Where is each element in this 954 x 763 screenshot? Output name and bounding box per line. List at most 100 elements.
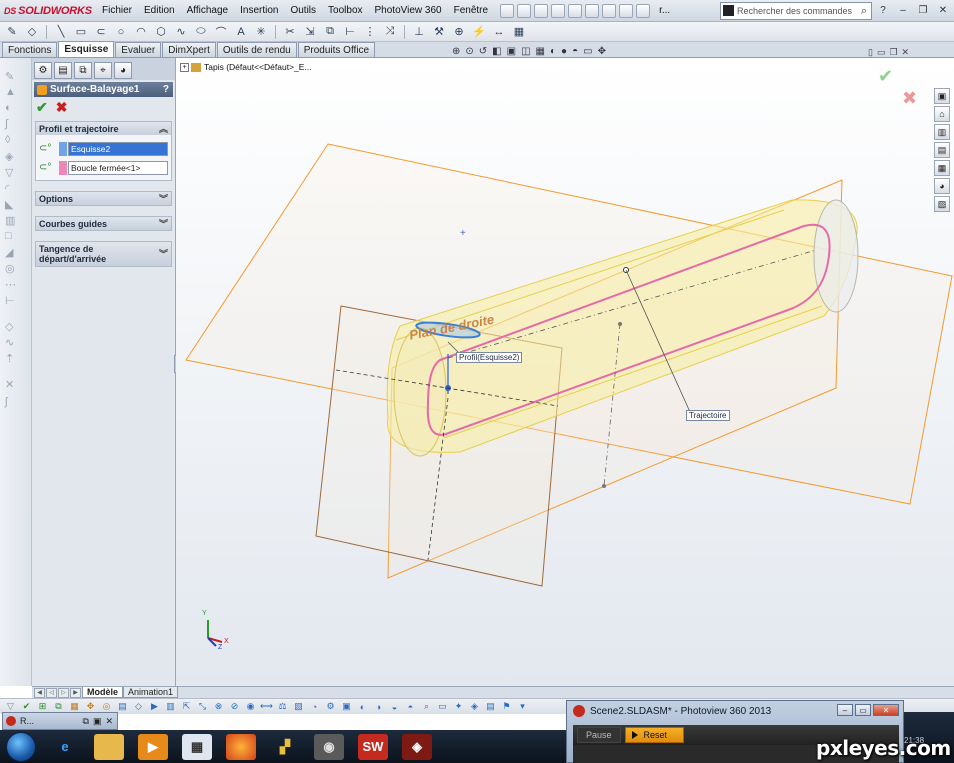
interference-icon[interactable]: ⊗	[212, 701, 225, 713]
chevron-down-icon[interactable]: ︾	[159, 192, 168, 205]
cut-icon[interactable]: ▽	[5, 166, 19, 179]
options-header[interactable]: Options ︾	[36, 192, 171, 205]
menu-outils[interactable]: Outils	[284, 5, 322, 16]
quick-snaps-icon[interactable]: ⊕	[451, 25, 467, 39]
viewport-tile-icon[interactable]: ▯	[868, 47, 873, 58]
design-library-icon[interactable]: ▥	[934, 124, 950, 140]
options-icon[interactable]: ⚑	[500, 701, 513, 713]
home-icon[interactable]: ⌂	[934, 106, 950, 122]
first-tab-icon[interactable]: ◀	[34, 687, 45, 698]
spline-icon[interactable]: ∿	[173, 25, 189, 39]
pattern-icon[interactable]: ⋯	[5, 278, 19, 291]
polygon-icon[interactable]: ⬡	[153, 25, 169, 39]
linear-pattern-icon[interactable]: ▦	[68, 701, 81, 713]
menu-insertion[interactable]: Insertion	[234, 5, 284, 16]
tab-model[interactable]: Modèle	[82, 687, 124, 698]
circle-icon[interactable]: ○	[113, 25, 129, 39]
viewport-close-icon[interactable]: ✕	[902, 47, 910, 58]
close-icon[interactable]: ✕	[936, 3, 950, 17]
hole-icon[interactable]: ◎	[5, 262, 19, 275]
shaded-sketch-icon[interactable]: ▦	[511, 25, 527, 39]
performance-icon[interactable]: ⚙	[324, 701, 337, 713]
render-tools-icon[interactable]: ✦	[452, 701, 465, 713]
large-assembly-icon[interactable]: ▣	[340, 701, 353, 713]
last-tab-icon[interactable]: ▶	[70, 687, 81, 698]
tube-open-end[interactable]	[393, 327, 447, 457]
tab-fonctions[interactable]: Fonctions	[2, 42, 58, 57]
path-callout[interactable]: Trajectoire	[686, 410, 730, 421]
resources-icon[interactable]: ▣	[934, 88, 950, 104]
midpoint[interactable]	[618, 322, 622, 326]
feature-tree-flyout[interactable]: + Tapis (Défaut<<Défaut>_E...	[180, 62, 312, 72]
sweep-icon[interactable]: ∫	[5, 118, 19, 130]
new-document-icon[interactable]	[517, 3, 532, 18]
mini-maximize-icon[interactable]: ▣	[93, 716, 102, 727]
mirror-tool-icon[interactable]: ⊢	[5, 294, 19, 307]
menu-photoview[interactable]: PhotoView 360	[369, 5, 448, 16]
confirm-corner-ok-icon[interactable]: ✔	[878, 66, 893, 87]
cancel-button[interactable]: ✖	[56, 99, 68, 116]
hide-show-icon[interactable]: ◐	[550, 46, 556, 57]
smart-mates-icon[interactable]: ✔	[20, 701, 33, 713]
minimized-document-window[interactable]: R... ⧉ ▣ ✕	[2, 712, 118, 730]
ok-button[interactable]: ✔	[36, 99, 48, 116]
helix-icon[interactable]: ʃ	[5, 396, 19, 408]
calculator-icon[interactable]: ▦	[182, 733, 212, 760]
previous-view-icon[interactable]: ↺	[479, 46, 487, 57]
speedpak-icon[interactable]: ◑	[372, 701, 385, 713]
tab-animation1[interactable]: Animation1	[123, 687, 179, 698]
prev-tab-icon[interactable]: ◁	[46, 687, 57, 698]
custom-properties-icon[interactable]: ▧	[934, 196, 950, 212]
assembly-visualization-icon[interactable]: ◐	[356, 701, 369, 713]
feature-manager-icon[interactable]: ⚙	[34, 62, 52, 79]
relations-icon[interactable]: ⊥	[411, 25, 427, 39]
guide-curves-header[interactable]: Courbes guides ︾	[36, 217, 171, 230]
help-icon[interactable]: ?	[876, 3, 890, 17]
dropdown-icon[interactable]: ▾	[516, 701, 529, 713]
linear-pattern-icon[interactable]: ⋮	[362, 25, 378, 39]
firefox-icon[interactable]	[226, 733, 256, 760]
print-icon[interactable]	[568, 3, 583, 18]
clearance-icon[interactable]: ⊘	[228, 701, 241, 713]
rapid-sketch-icon[interactable]: ⚡	[471, 25, 487, 39]
line-icon[interactable]: ╲	[53, 25, 69, 39]
mass-properties-icon[interactable]: ⚖	[276, 701, 289, 713]
viewport-restore-icon[interactable]: ❐	[889, 47, 897, 58]
undo-icon[interactable]	[585, 3, 600, 18]
instant3d-icon[interactable]: ⇡	[5, 352, 19, 365]
camera-app-icon[interactable]: ◉	[314, 733, 344, 760]
trim-icon[interactable]: ✂	[282, 25, 298, 39]
point-icon[interactable]: ✳	[253, 25, 269, 39]
internet-explorer-icon[interactable]: e	[50, 734, 80, 760]
chevron-up-icon[interactable]: ︽	[159, 122, 168, 135]
section-view-icon[interactable]: ◧	[492, 46, 501, 57]
solidworks-explorer-icon[interactable]: ◈	[402, 733, 432, 760]
draft-icon[interactable]: ◢	[5, 246, 19, 259]
dynamic-annotation-icon[interactable]: ▣	[507, 46, 516, 57]
configuration-manager-icon[interactable]: ⧉	[74, 62, 92, 79]
menu-edition[interactable]: Edition	[138, 5, 181, 16]
arc-icon[interactable]: ◠	[133, 25, 149, 39]
menu-fenetre[interactable]: Fenêtre	[448, 5, 494, 16]
rectangle-icon[interactable]: ▭	[73, 25, 89, 39]
media-player-icon[interactable]: ▶	[138, 733, 168, 760]
next-tab-icon[interactable]: ▷	[58, 687, 69, 698]
move-component-icon[interactable]: ✥	[84, 701, 97, 713]
tab-evaluer[interactable]: Evaluer	[115, 42, 162, 57]
tab-produits-office[interactable]: Produits Office	[297, 42, 376, 57]
sketch-tool-icon[interactable]: ✎	[5, 70, 19, 83]
search-icon[interactable]: ⌕	[861, 5, 867, 18]
text-icon[interactable]: A	[233, 25, 249, 39]
convert-entities-icon[interactable]: ⇲	[302, 25, 318, 39]
save-icon[interactable]	[551, 3, 566, 18]
tree-root-label[interactable]: Tapis (Défaut<<Défaut>_E...	[204, 62, 312, 72]
fillet-tool-icon[interactable]: ◜	[5, 182, 19, 195]
section-properties-icon[interactable]: ▧	[292, 701, 305, 713]
profile-selection-box[interactable]: Esquisse2	[68, 141, 168, 156]
ellipse-icon[interactable]: ⬭	[193, 25, 209, 39]
rib-icon[interactable]: ▥	[5, 214, 19, 227]
mini-restore-icon[interactable]: ⧉	[83, 716, 89, 727]
open-icon[interactable]	[534, 3, 549, 18]
bill-of-materials-icon[interactable]: ▥	[164, 701, 177, 713]
instant2d-icon[interactable]: ↔	[491, 25, 507, 39]
